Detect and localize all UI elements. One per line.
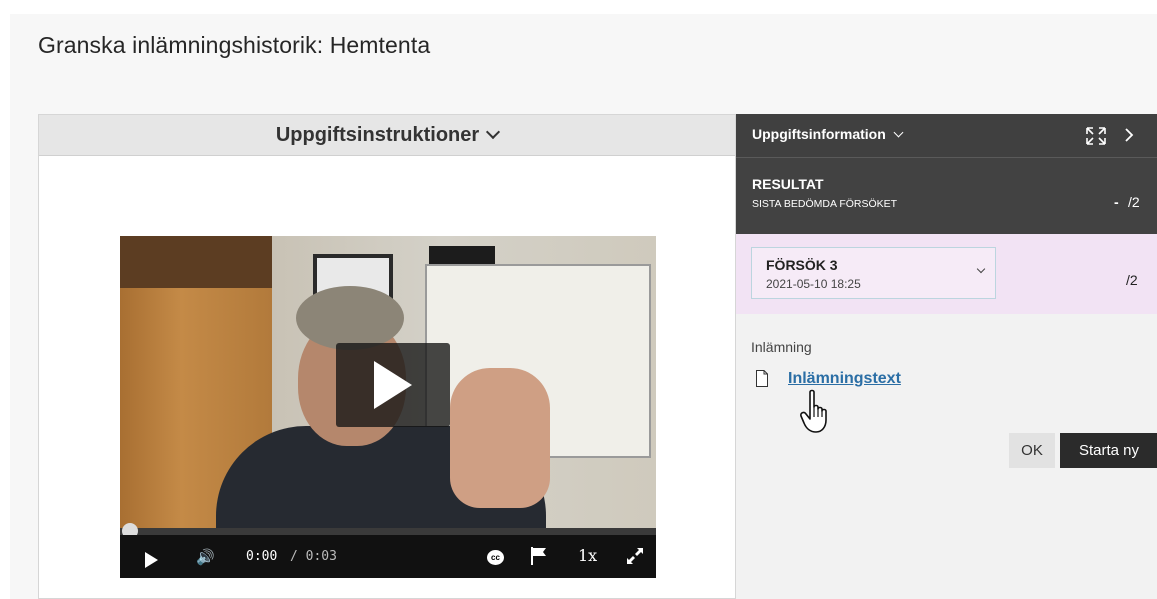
video-current-time: 0:00: [246, 549, 278, 564]
attempt-date: 2021-05-10 18:25: [766, 277, 861, 291]
start-new-button[interactable]: Starta ny: [1060, 433, 1157, 468]
chevron-right-icon[interactable]: [1124, 128, 1134, 142]
expand-icon[interactable]: [1085, 126, 1107, 146]
chevron-down-icon: [486, 124, 501, 140]
result-score: -: [1114, 194, 1119, 210]
video-duration: / 0:03: [290, 549, 337, 564]
hand-pointer-cursor-icon: [800, 389, 827, 433]
result-subtitle: SISTA BEDÖMDA FÖRSÖKET: [752, 198, 898, 210]
assignment-info-title: Uppgiftsinformation: [752, 126, 886, 142]
submission-text-link[interactable]: Inlämningstext: [788, 370, 901, 388]
attempt-selector[interactable]: FÖRSÖK 3 2021-05-10 18:25: [751, 247, 996, 299]
file-icon: [756, 370, 768, 387]
attempt-max-score: /2: [1126, 272, 1138, 288]
attempt-title: FÖRSÖK 3: [766, 257, 838, 273]
assignment-info-dropdown[interactable]: Uppgiftsinformation: [752, 126, 904, 142]
closed-captions-icon[interactable]: cc: [487, 550, 504, 565]
ok-button[interactable]: OK: [1009, 433, 1055, 468]
chevron-down-icon: [893, 127, 904, 137]
instructions-header-label: Uppgiftsinstruktioner: [275, 123, 480, 146]
play-icon: [374, 361, 412, 409]
result-max: /2: [1128, 194, 1140, 210]
assignment-info-panel: Uppgiftsinformation RESULTAT SISTA BEDÖM…: [735, 114, 1157, 599]
result-section: RESULTAT SISTA BEDÖMDA FÖRSÖKET - /2: [736, 157, 1157, 234]
playback-speed[interactable]: 1x: [578, 546, 597, 565]
flag-icon[interactable]: [530, 546, 548, 566]
instructions-header[interactable]: Uppgiftsinstruktioner: [39, 115, 735, 156]
page-title: Granska inlämningshistorik: Hemtenta: [38, 32, 431, 58]
volume-icon[interactable]: 🔊: [196, 547, 224, 569]
play-icon-small[interactable]: [145, 552, 158, 568]
chevron-down-icon: [976, 264, 986, 274]
video-progress-bar[interactable]: [120, 528, 656, 535]
result-title: RESULTAT: [752, 176, 824, 192]
attempt-section: FÖRSÖK 3 2021-05-10 18:25 /2: [736, 234, 1157, 314]
fullscreen-icon[interactable]: [626, 547, 644, 565]
video-player[interactable]: 🔊 0:00 / 0:03 cc 1x: [120, 236, 656, 578]
submission-label: Inlämning: [751, 339, 812, 355]
assignment-info-header: Uppgiftsinformation: [736, 114, 1157, 157]
instructions-panel: Uppgiftsinstruktioner 🔊 0:00 / 0:03 cc 1…: [38, 114, 735, 599]
